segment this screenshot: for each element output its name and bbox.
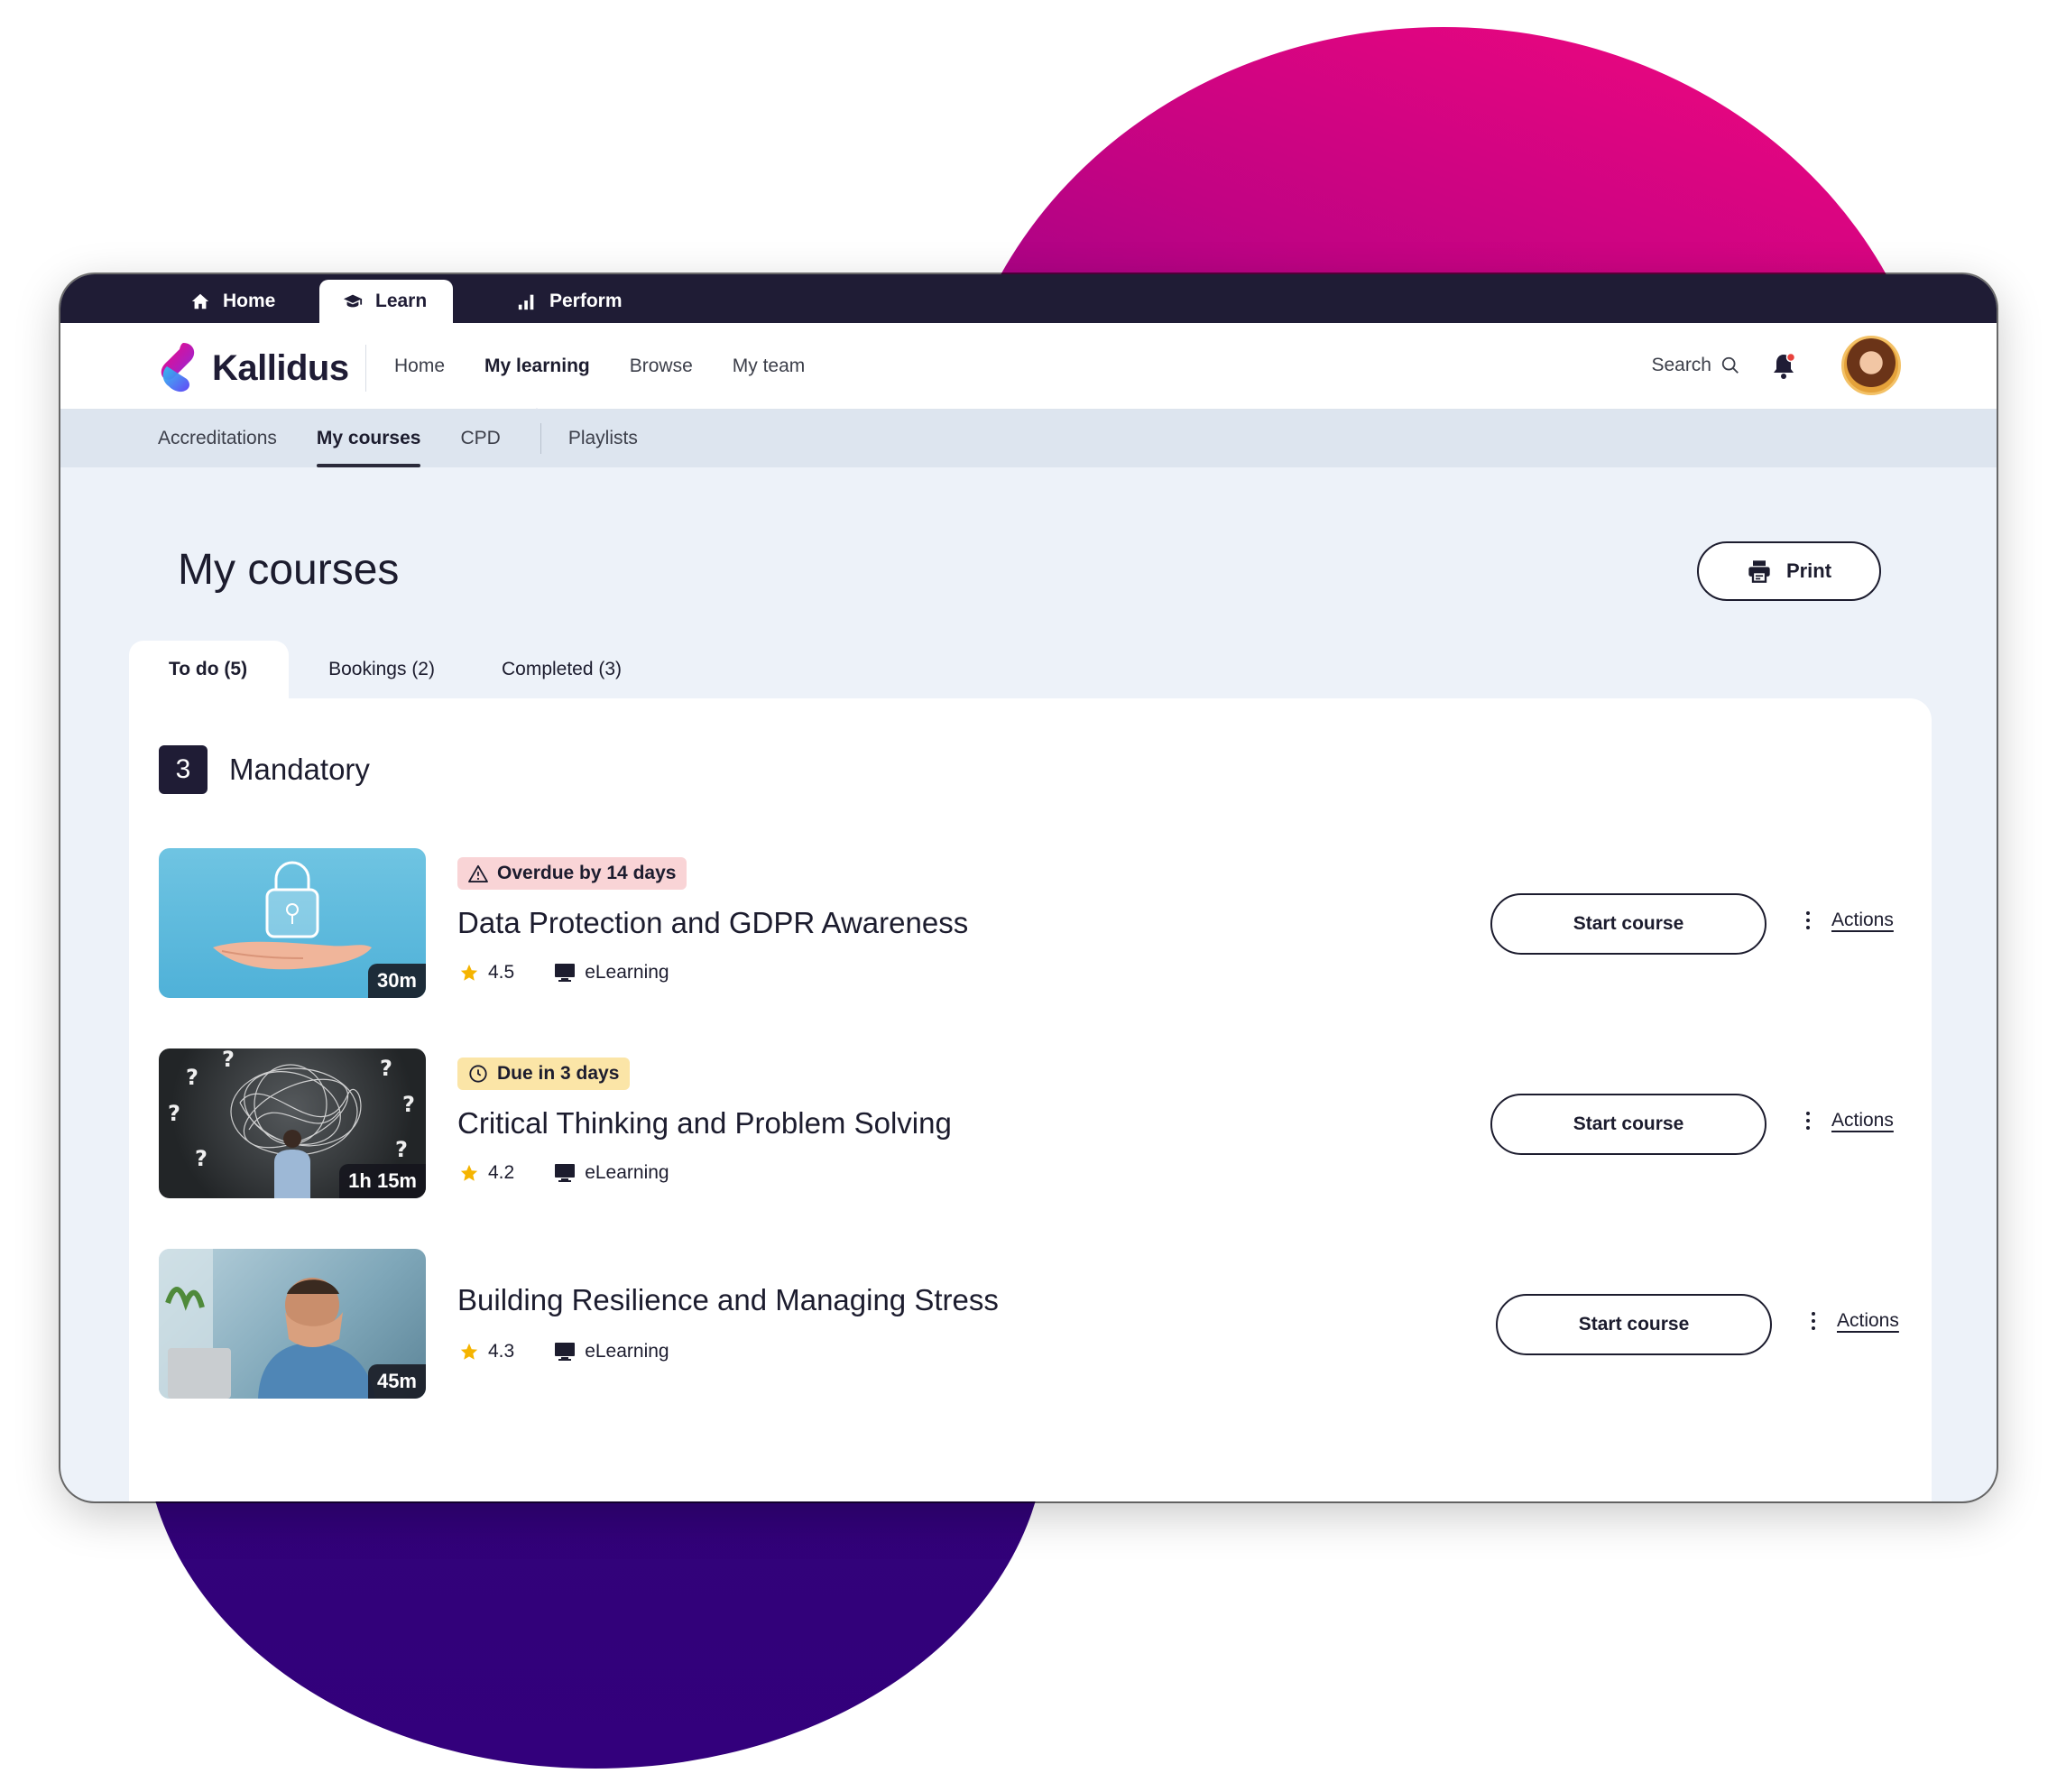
svg-text:?: ? xyxy=(195,1146,208,1171)
monitor-icon xyxy=(555,1164,576,1182)
mandatory-section-header: 3 Mandatory xyxy=(159,745,370,794)
start-course-button[interactable]: Start course xyxy=(1496,1294,1772,1355)
section-count-badge: 3 xyxy=(159,745,208,794)
course-rating: 4.5 xyxy=(488,962,515,983)
course-meta: 4.3 eLearning xyxy=(459,1341,669,1362)
star-icon xyxy=(460,1164,478,1181)
svg-text:?: ? xyxy=(222,1048,235,1072)
course-meta: 4.2 eLearning xyxy=(459,1162,669,1184)
course-duration: 1h 15m xyxy=(339,1164,426,1198)
course-tabs: To do (5) Bookings (2) Completed (3) xyxy=(129,641,649,698)
course-meta: 4.5 eLearning xyxy=(459,962,669,984)
badge-text: Due in 3 days xyxy=(497,1063,620,1084)
search-icon xyxy=(1721,356,1739,374)
print-button[interactable]: Print xyxy=(1697,541,1881,601)
kebab-menu-icon xyxy=(1806,911,1810,929)
subnav-accreditations[interactable]: Accreditations xyxy=(158,410,277,467)
kebab-menu-icon xyxy=(1806,1112,1810,1130)
actions-menu-button[interactable]: Actions xyxy=(1812,1310,1899,1332)
subnav-divider xyxy=(540,423,541,454)
course-rating: 4.2 xyxy=(488,1162,515,1183)
header-divider xyxy=(365,345,366,392)
course-title[interactable]: Data Protection and GDPR Awareness xyxy=(457,906,968,940)
course-title[interactable]: Critical Thinking and Problem Solving xyxy=(457,1106,952,1141)
courses-panel: 3 Mandatory 30m Overdue by 14 days Data … xyxy=(129,698,1932,1501)
start-course-button[interactable]: Start course xyxy=(1490,1094,1766,1155)
course-thumbnail[interactable]: ??? ???? 1h 15m xyxy=(159,1048,426,1198)
course-row: 45m Building Resilience and Managing Str… xyxy=(159,1249,1899,1399)
product-tab-home-label: Home xyxy=(223,291,276,311)
svg-text:?: ? xyxy=(186,1065,198,1090)
sub-nav: Accreditations My courses CPD Playlists xyxy=(60,410,1997,467)
subnav-cpd[interactable]: CPD xyxy=(460,410,500,467)
product-tab-learn[interactable]: Learn xyxy=(319,280,453,323)
course-row: 30m Overdue by 14 days Data Protection a… xyxy=(159,848,1894,998)
section-title: Mandatory xyxy=(229,753,370,786)
notification-dot xyxy=(1785,352,1796,363)
search-label: Search xyxy=(1651,355,1711,375)
due-badge: Due in 3 days xyxy=(457,1058,631,1090)
course-thumbnail[interactable]: 45m xyxy=(159,1249,426,1399)
tab-bookings[interactable]: Bookings (2) xyxy=(289,641,462,698)
graduation-cap-icon xyxy=(343,294,363,308)
badge-text: Overdue by 14 days xyxy=(497,863,677,883)
overdue-badge: Overdue by 14 days xyxy=(457,857,687,890)
kallidus-logo-mark-icon xyxy=(161,343,195,393)
product-tab-perform-label: Perform xyxy=(549,291,623,311)
nav-my-team[interactable]: My team xyxy=(733,356,806,377)
nav-browse[interactable]: Browse xyxy=(630,356,693,377)
course-rating: 4.3 xyxy=(488,1341,515,1362)
bell-icon[interactable] xyxy=(1771,352,1796,381)
actions-label: Actions xyxy=(1831,910,1894,930)
subnav-my-courses[interactable]: My courses xyxy=(316,410,420,467)
stage: Home Learn Perform Kallidus Home My lear… xyxy=(0,0,2057,1792)
user-avatar[interactable] xyxy=(1841,336,1901,395)
actions-menu-button[interactable]: Actions xyxy=(1806,910,1894,931)
course-row: ??? ???? 1h 15m Due in 3 days Critical T… xyxy=(159,1048,1894,1198)
course-thumbnail[interactable]: 30m xyxy=(159,848,426,998)
nav-my-learning[interactable]: My learning xyxy=(484,356,590,417)
star-icon xyxy=(460,1343,478,1360)
kallidus-logo[interactable]: Kallidus xyxy=(158,341,349,395)
bar-chart-icon xyxy=(518,294,534,310)
actions-label: Actions xyxy=(1831,1110,1894,1131)
print-label: Print xyxy=(1785,559,1832,582)
svg-text:?: ? xyxy=(380,1056,392,1081)
page-title: My courses xyxy=(178,546,400,594)
product-switcher-bar: Home Learn Perform xyxy=(60,274,1997,323)
course-type: eLearning xyxy=(585,1162,669,1183)
start-course-button[interactable]: Start course xyxy=(1490,893,1766,955)
actions-label: Actions xyxy=(1837,1310,1899,1331)
svg-text:?: ? xyxy=(168,1101,180,1126)
main-header: Kallidus Home My learning Browse My team… xyxy=(60,323,1997,417)
tab-to-do[interactable]: To do (5) xyxy=(129,641,290,698)
product-tab-home[interactable]: Home xyxy=(167,280,299,323)
actions-menu-button[interactable]: Actions xyxy=(1806,1110,1894,1132)
course-title[interactable]: Building Resilience and Managing Stress xyxy=(457,1283,999,1317)
svg-text:?: ? xyxy=(395,1137,408,1162)
product-tab-perform[interactable]: Perform xyxy=(493,280,646,323)
home-icon xyxy=(191,293,209,309)
star-icon xyxy=(460,964,478,981)
search-button[interactable]: Search xyxy=(1651,355,1740,376)
main-nav: Home My learning Browse My team xyxy=(394,323,806,417)
kebab-menu-icon xyxy=(1812,1312,1815,1330)
product-tab-learn-label: Learn xyxy=(375,291,428,311)
printer-icon xyxy=(1748,560,1770,583)
monitor-icon xyxy=(555,964,576,982)
clock-icon xyxy=(469,1065,487,1083)
course-duration: 45m xyxy=(367,1364,426,1399)
subnav-playlists[interactable]: Playlists xyxy=(568,410,638,467)
svg-text:?: ? xyxy=(402,1092,415,1117)
course-type: eLearning xyxy=(585,1341,669,1362)
warning-icon xyxy=(468,864,488,882)
course-type: eLearning xyxy=(585,962,669,983)
monitor-icon xyxy=(555,1343,576,1361)
app-window: Home Learn Perform Kallidus Home My lear… xyxy=(60,274,1997,1501)
course-duration: 30m xyxy=(367,964,426,998)
tab-completed[interactable]: Completed (3) xyxy=(462,641,649,698)
nav-home[interactable]: Home xyxy=(394,356,445,377)
logo-text: Kallidus xyxy=(212,347,349,388)
